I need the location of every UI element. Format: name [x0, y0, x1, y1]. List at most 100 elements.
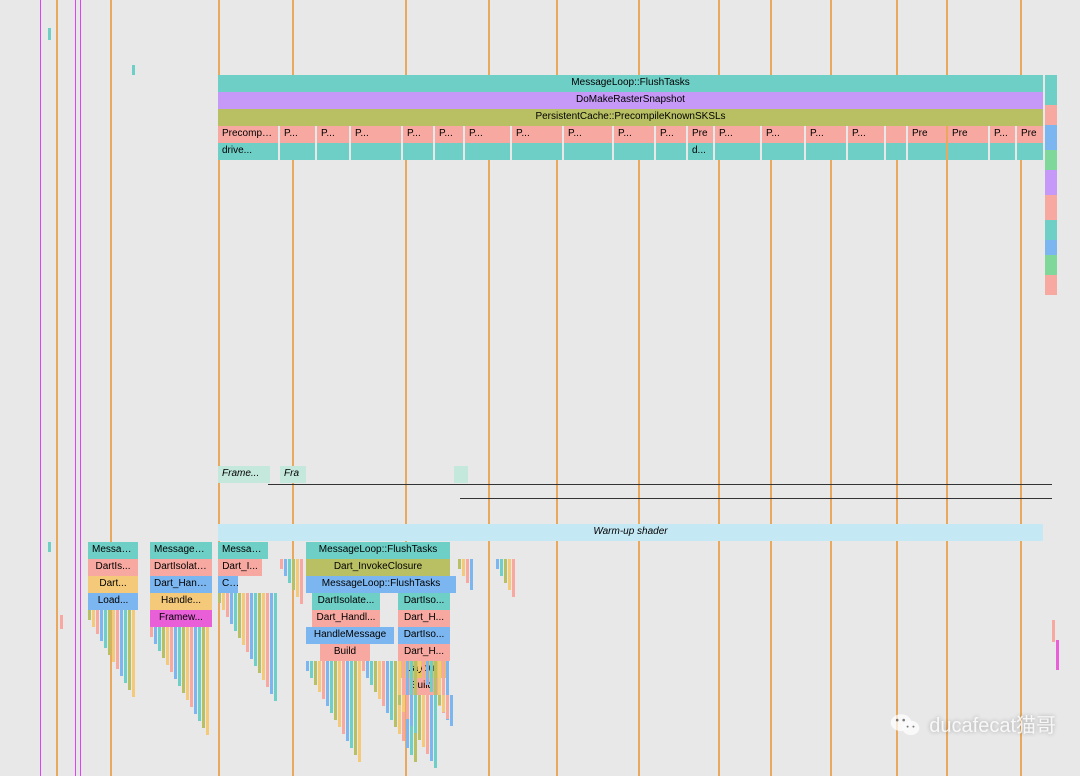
flame-child[interactable]: [394, 661, 397, 727]
flame-event[interactable]: MessageLoop::FlushTasks: [218, 75, 1043, 92]
flame-child[interactable]: [310, 661, 313, 678]
flame-child[interactable]: [306, 661, 309, 671]
flame-event[interactable]: Pre: [948, 126, 988, 143]
flame-event[interactable]: [886, 126, 906, 143]
flame-child[interactable]: [450, 695, 453, 726]
flame-child[interactable]: [318, 661, 321, 692]
flame-event[interactable]: [564, 143, 612, 160]
frame-marker[interactable]: [454, 466, 468, 483]
flame-child[interactable]: [362, 661, 365, 671]
flame-child[interactable]: [166, 627, 169, 665]
flame-event[interactable]: P...: [403, 126, 433, 143]
flame-child[interactable]: [150, 627, 153, 637]
flame-child[interactable]: [426, 695, 429, 754]
flame-child[interactable]: [246, 593, 249, 652]
flame-child[interactable]: [402, 695, 405, 712]
flame-child[interactable]: [512, 559, 515, 597]
flame-child[interactable]: [234, 593, 237, 631]
flame-child[interactable]: [410, 695, 413, 726]
flame-child[interactable]: [462, 559, 465, 576]
flame-event[interactable]: P...: [614, 126, 654, 143]
trace-canvas[interactable]: MessageLoop::FlushTasksDoMakeRasterSnaps…: [0, 0, 1080, 776]
flame-child[interactable]: [92, 610, 95, 627]
flame-event[interactable]: Pre: [688, 126, 713, 143]
flame-child[interactable]: [284, 559, 287, 576]
flame-event[interactable]: Dart_H...: [398, 644, 450, 661]
event-tick[interactable]: [1052, 620, 1055, 642]
flame-event[interactable]: Dart_InvokeClosure: [306, 559, 450, 576]
flame-event[interactable]: Build: [320, 644, 370, 661]
flame-child[interactable]: [124, 610, 127, 683]
flame-child[interactable]: [370, 661, 373, 685]
flame-event[interactable]: DartIso...: [398, 593, 450, 610]
flame-event[interactable]: [351, 143, 401, 160]
flame-child[interactable]: [198, 627, 201, 721]
flame-child[interactable]: [300, 559, 303, 604]
flame-child[interactable]: [250, 593, 253, 659]
flame-event[interactable]: PersistentCache::PrecompileKnownSKSLs: [218, 109, 1043, 126]
flame-child[interactable]: [430, 695, 433, 761]
flame-child[interactable]: [194, 627, 197, 714]
flame-event[interactable]: [715, 143, 760, 160]
flame-event[interactable]: Pre: [908, 126, 946, 143]
flame-event[interactable]: [1017, 143, 1043, 160]
flame-event[interactable]: [614, 143, 654, 160]
flame-event[interactable]: [848, 143, 884, 160]
flame-child[interactable]: [112, 610, 115, 662]
flame-event[interactable]: [908, 143, 946, 160]
flame-event[interactable]: Pre: [1017, 126, 1043, 143]
flame-event[interactable]: P...: [465, 126, 510, 143]
flame-child[interactable]: [292, 559, 295, 590]
flame-child[interactable]: [354, 661, 357, 755]
flame-event[interactable]: MessageLo...: [150, 542, 212, 559]
flame-event[interactable]: Dart_Handl...: [312, 610, 380, 627]
flame-child[interactable]: [508, 559, 511, 590]
flame-child[interactable]: [434, 695, 437, 768]
flame-event[interactable]: Dart...: [88, 576, 138, 593]
flame-event[interactable]: Messag...: [88, 542, 138, 559]
flame-child[interactable]: [322, 661, 325, 699]
flame-event[interactable]: P...: [715, 126, 760, 143]
flame-child[interactable]: [280, 559, 283, 569]
flame-event[interactable]: Messag...: [218, 542, 268, 559]
event-tick[interactable]: [132, 65, 135, 75]
flame-child[interactable]: [88, 610, 91, 620]
flame-child[interactable]: [422, 661, 425, 678]
flame-event[interactable]: [512, 143, 562, 160]
flame-child[interactable]: [358, 661, 361, 762]
flame-child[interactable]: [326, 661, 329, 706]
flame-event[interactable]: [762, 143, 804, 160]
flame-child[interactable]: [226, 593, 229, 617]
flame-child[interactable]: [346, 661, 349, 741]
flame-child[interactable]: [218, 593, 221, 603]
flame-event[interactable]: [465, 143, 510, 160]
warmup-shader-event[interactable]: Warm-up shader: [218, 524, 1043, 541]
flame-child[interactable]: [120, 610, 123, 676]
flame-child[interactable]: [496, 559, 499, 569]
flame-child[interactable]: [342, 661, 345, 734]
flame-child[interactable]: [182, 627, 185, 693]
flame-child[interactable]: [190, 627, 193, 707]
flame-child[interactable]: [430, 661, 433, 692]
flame-child[interactable]: [104, 610, 107, 648]
flame-event[interactable]: d...: [688, 143, 713, 160]
flame-child[interactable]: [446, 695, 449, 719]
flame-child[interactable]: [288, 559, 291, 583]
flame-child[interactable]: [426, 661, 429, 685]
flame-event[interactable]: Dart_H...: [398, 610, 450, 627]
flame-child[interactable]: [418, 661, 421, 671]
flame-event[interactable]: Co: [218, 576, 238, 593]
flame-event[interactable]: P...: [280, 126, 315, 143]
flame-child[interactable]: [174, 627, 177, 679]
flame-child[interactable]: [438, 695, 441, 705]
flame-child[interactable]: [386, 661, 389, 713]
flame-child[interactable]: [96, 610, 99, 634]
flame-event[interactable]: P...: [317, 126, 349, 143]
flame-child[interactable]: [274, 593, 277, 701]
flame-child[interactable]: [254, 593, 257, 666]
flame-event[interactable]: [886, 143, 906, 160]
flame-event[interactable]: [656, 143, 686, 160]
flame-event[interactable]: Framew...: [150, 610, 212, 627]
event-tick[interactable]: [1056, 640, 1059, 670]
flame-child[interactable]: [382, 661, 385, 706]
